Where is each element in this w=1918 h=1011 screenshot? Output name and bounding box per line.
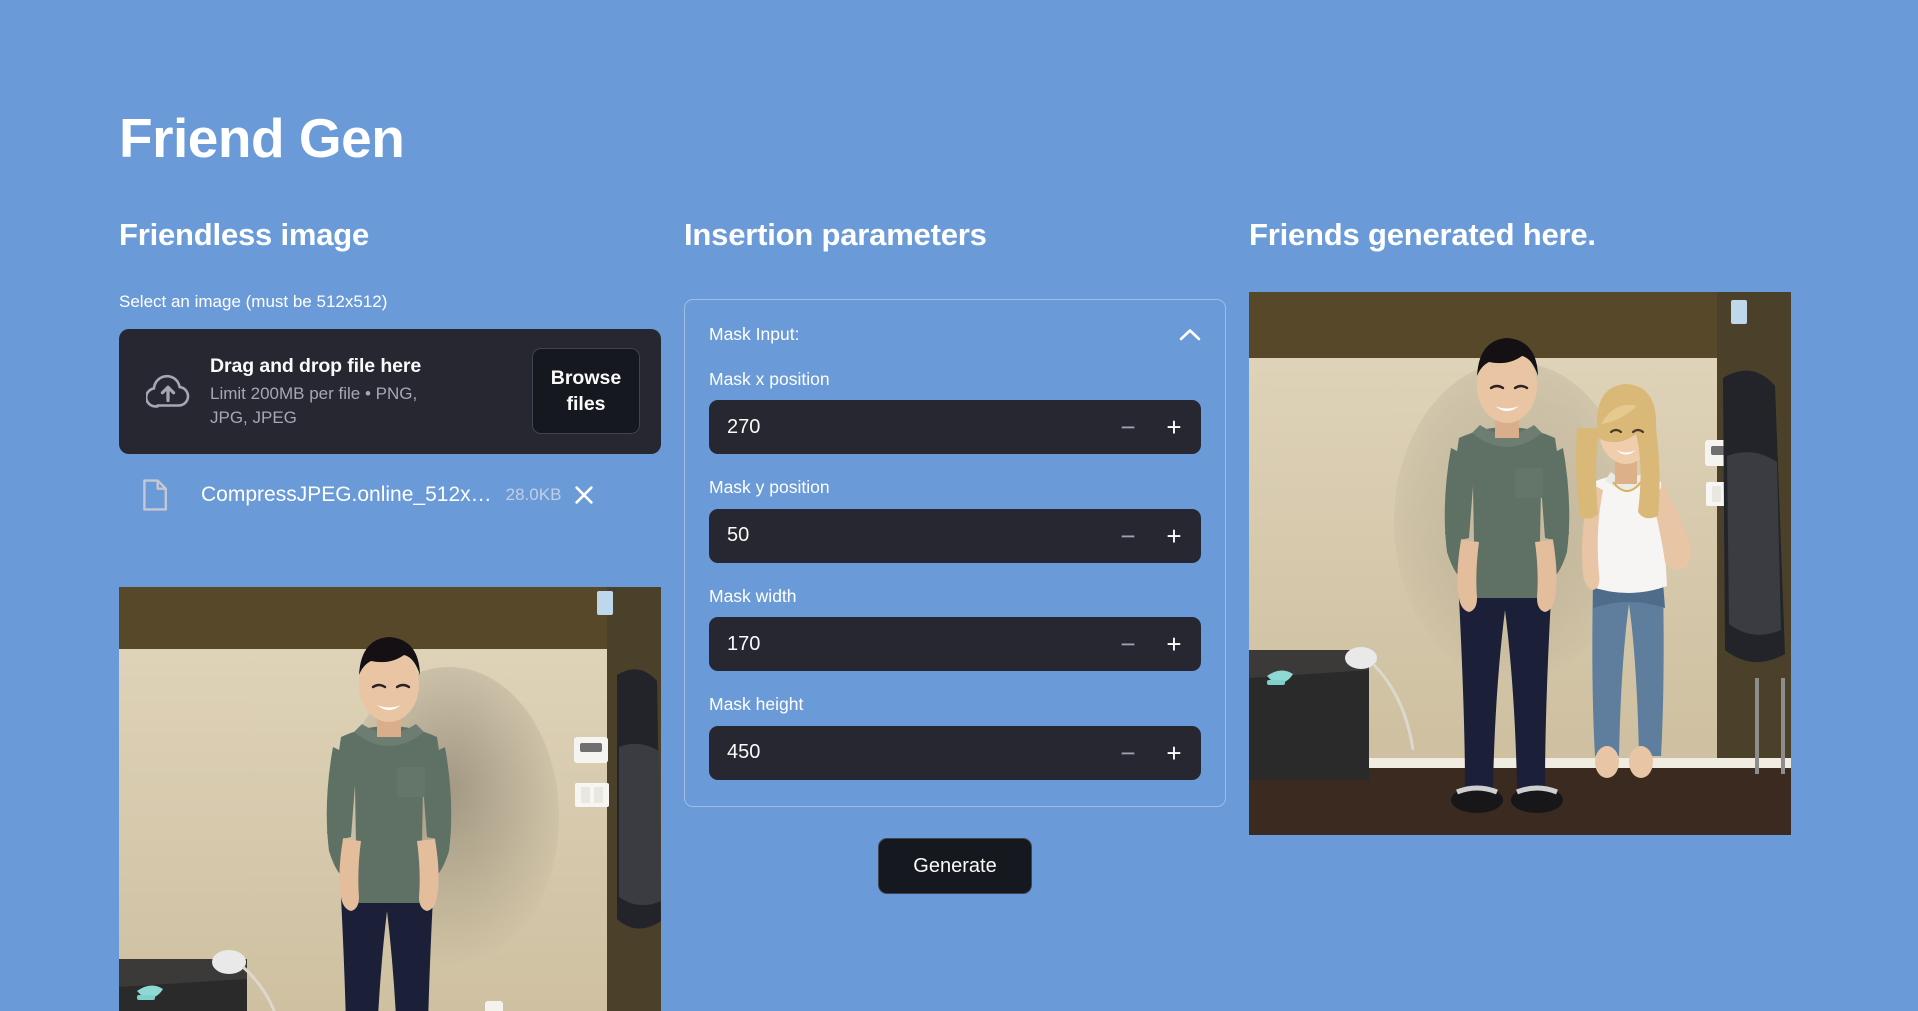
mask-height-label: Mask height xyxy=(709,694,804,715)
generate-button[interactable]: Generate xyxy=(878,837,1032,894)
mask-height-group: Mask height − + xyxy=(709,692,1201,780)
select-image-label: Select an image (must be 512x512) xyxy=(119,292,388,312)
mask-width-input[interactable] xyxy=(727,632,1105,656)
mask-width-label: Mask width xyxy=(709,585,797,606)
page-title: Friend Gen xyxy=(119,107,405,169)
mask-input-label: Mask Input: xyxy=(709,324,800,345)
close-icon[interactable] xyxy=(571,482,597,508)
friendless-image-header: Friendless image xyxy=(119,217,370,252)
mask-x-position-increment-button[interactable]: + xyxy=(1151,404,1197,450)
mask-y-position-stepper[interactable]: − + xyxy=(709,508,1201,563)
mask-y-position-increment-button[interactable]: + xyxy=(1151,513,1197,559)
friends-generated-column: Friends generated here. xyxy=(1249,216,1791,253)
uploaded-file-row: CompressJPEG.online_512x… 28.0KB xyxy=(119,467,661,523)
mask-height-input[interactable] xyxy=(727,741,1105,765)
uploaded-file-name: CompressJPEG.online_512x… xyxy=(201,482,492,506)
dropzone-text: Drag and drop file here Limit 200MB per … xyxy=(196,353,532,431)
uploaded-file-size: 28.0KB xyxy=(505,484,562,504)
mask-x-position-input[interactable] xyxy=(727,415,1105,439)
mask-height-decrement-button[interactable]: − xyxy=(1105,730,1151,776)
friendless-image-column: Friendless image Select an image (must b… xyxy=(119,216,661,523)
mask-width-increment-button[interactable]: + xyxy=(1151,621,1197,667)
mask-input-panel: Mask Input: Mask x position − + Mask y p… xyxy=(684,299,1226,807)
dropzone-title: Drag and drop file here xyxy=(210,354,422,377)
insertion-parameters-column: Insertion parameters Mask Input: Mask x … xyxy=(684,216,1226,894)
mask-input-panel-header[interactable]: Mask Input: xyxy=(709,322,1201,347)
mask-width-group: Mask width − + xyxy=(709,584,1201,672)
insertion-parameters-header: Insertion parameters xyxy=(684,217,987,252)
mask-x-position-label: Mask x position xyxy=(709,368,830,389)
chevron-up-icon[interactable] xyxy=(1179,328,1201,341)
file-dropzone[interactable]: Drag and drop file here Limit 200MB per … xyxy=(119,328,661,454)
dropzone-subtitle: Limit 200MB per file • PNG, JPG, JPEG xyxy=(210,384,418,428)
mask-x-position-stepper[interactable]: − + xyxy=(709,400,1201,455)
generated-image-preview xyxy=(1249,292,1791,835)
mask-width-stepper[interactable]: − + xyxy=(709,617,1201,672)
friendless-image-preview xyxy=(119,587,661,1011)
generate-button-row: Generate xyxy=(684,837,1226,894)
mask-y-position-label: Mask y position xyxy=(709,477,830,498)
file-icon xyxy=(133,479,177,511)
mask-y-position-decrement-button[interactable]: − xyxy=(1105,513,1151,559)
browse-files-button[interactable]: Browse files xyxy=(532,348,640,435)
mask-x-position-decrement-button[interactable]: − xyxy=(1105,404,1151,450)
cloud-upload-icon xyxy=(140,374,196,409)
mask-height-stepper[interactable]: − + xyxy=(709,725,1201,780)
friends-generated-header: Friends generated here. xyxy=(1249,217,1596,252)
mask-y-position-group: Mask y position − + xyxy=(709,475,1201,563)
mask-y-position-input[interactable] xyxy=(727,524,1105,548)
mask-width-decrement-button[interactable]: − xyxy=(1105,621,1151,667)
mask-x-position-group: Mask x position − + xyxy=(709,367,1201,455)
mask-height-increment-button[interactable]: + xyxy=(1151,730,1197,776)
